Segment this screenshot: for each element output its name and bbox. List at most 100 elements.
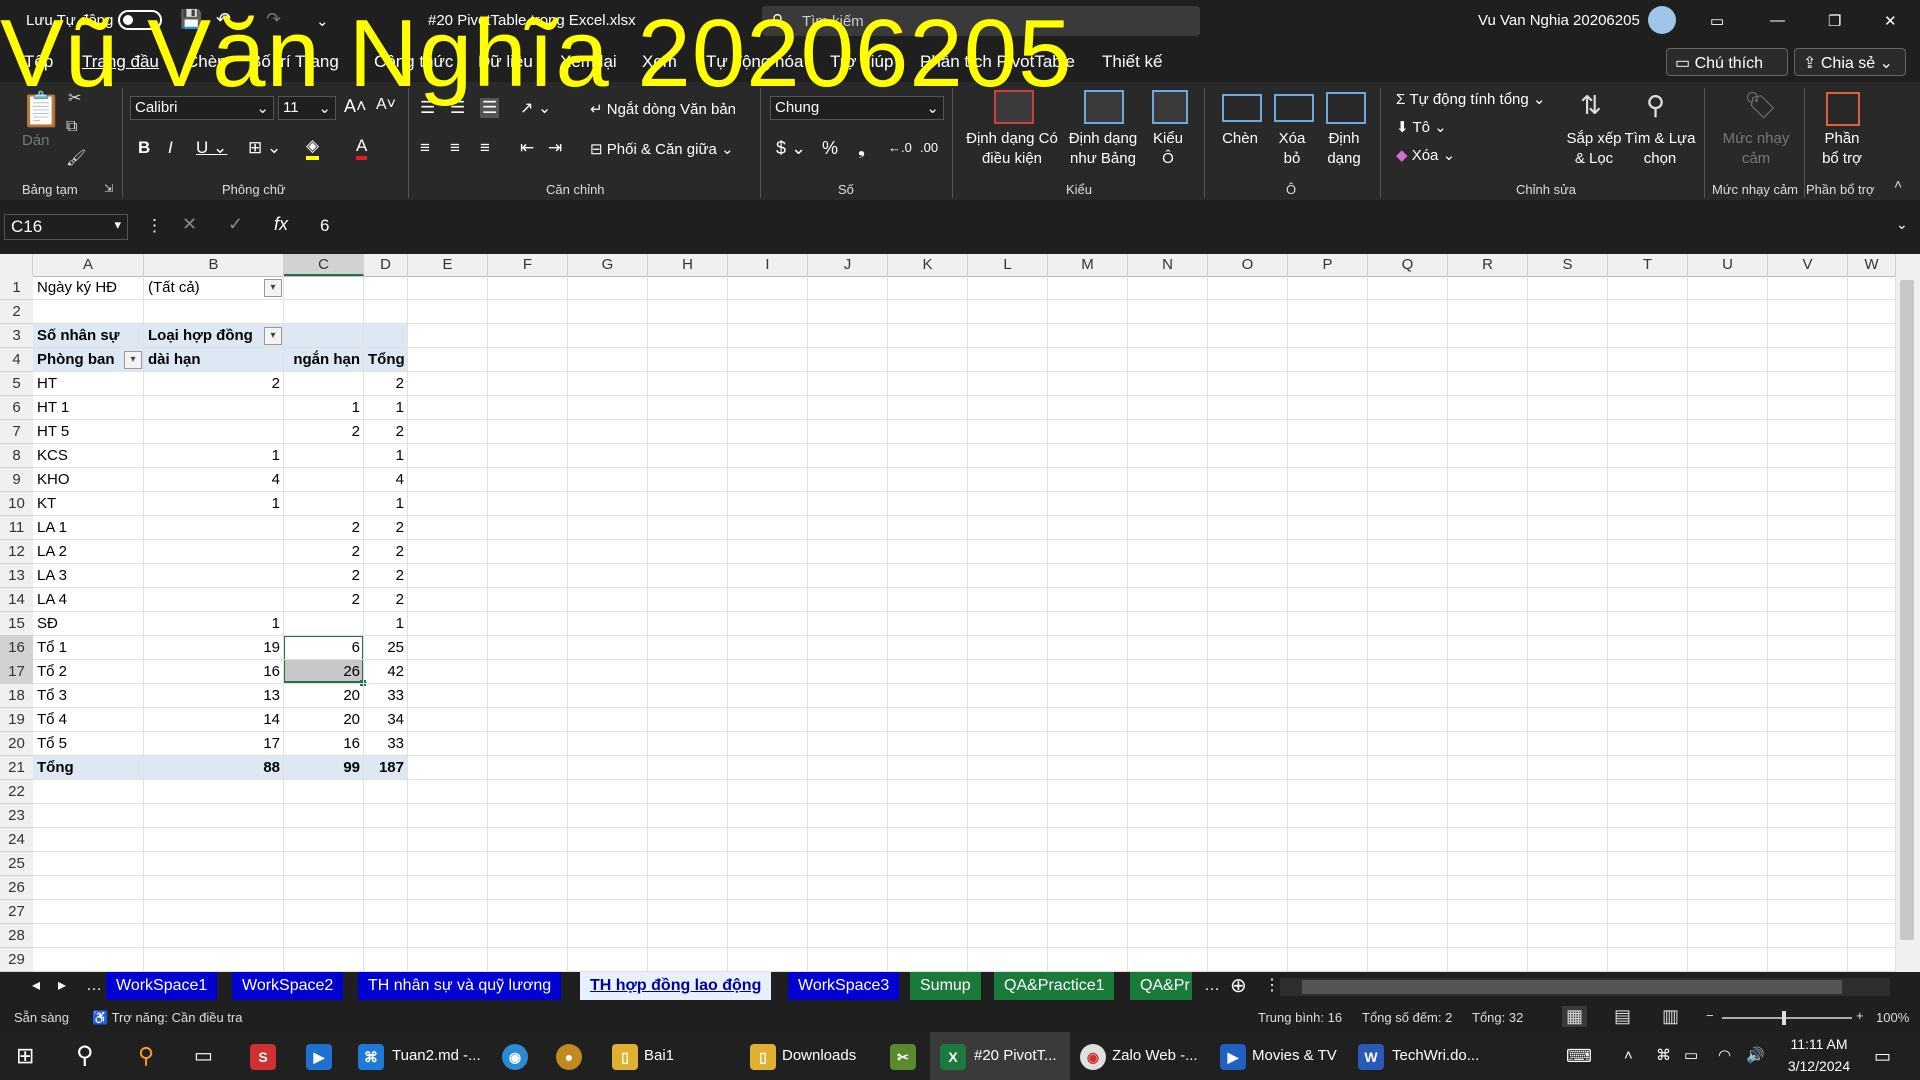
pivot-value-cell[interactable]: 4	[144, 468, 284, 492]
camera-icon[interactable]: ⌘	[1656, 1032, 1671, 1080]
pivot-column-header[interactable]: ngắn hạn	[284, 348, 364, 372]
copy-icon[interactable]: ⧉	[66, 118, 77, 136]
filter-dropdown-icon[interactable]: ▾	[264, 327, 282, 345]
add-ins-icon[interactable]	[1826, 92, 1860, 126]
pivot-total-cell[interactable]: 4	[364, 468, 408, 492]
pivot-value-cell[interactable]	[144, 420, 284, 444]
pivot-total-cell[interactable]: 25	[364, 636, 408, 660]
pivot-row-label[interactable]: KCS	[33, 444, 144, 468]
insert-cells-icon[interactable]	[1222, 94, 1262, 122]
pivot-value-cell[interactable]	[284, 372, 364, 396]
italic-icon[interactable]: I	[168, 138, 173, 158]
user-name[interactable]: Vu Van Nghia 20206205	[1478, 12, 1640, 29]
vertical-scrollbar[interactable]	[1896, 254, 1920, 972]
percent-icon[interactable]: %	[822, 138, 838, 159]
column-header[interactable]: S	[1528, 254, 1608, 276]
pivot-value-cell[interactable]: 20	[284, 684, 364, 708]
row-header[interactable]: 7	[0, 420, 33, 444]
row-header[interactable]: 23	[0, 804, 33, 828]
cell-styles-label[interactable]: Kiểu	[1146, 130, 1190, 147]
column-header[interactable]: Q	[1368, 254, 1448, 276]
row-header[interactable]: 6	[0, 396, 33, 420]
insert-cells-label[interactable]: Chèn	[1218, 130, 1262, 147]
pivot-row-label[interactable]: Tổ 2	[33, 660, 144, 684]
tab-design[interactable]: Thiết kế	[1102, 52, 1162, 72]
app-icon-tools[interactable]: ✂	[890, 1044, 916, 1070]
notifications-icon[interactable]: ▭	[1874, 1032, 1891, 1080]
format-painter-icon[interactable]: 🖌	[66, 148, 86, 168]
format-cells-label[interactable]: Định	[1322, 130, 1366, 147]
row-header[interactable]: 5	[0, 372, 33, 396]
column-header[interactable]: A	[33, 254, 144, 276]
pivot-value-cell[interactable]: 2	[284, 588, 364, 612]
magnifier-app-icon[interactable]: ⚲	[138, 1032, 154, 1080]
row-header[interactable]: 19	[0, 708, 33, 732]
taskbar-app-downloads[interactable]: Downloads	[782, 1032, 856, 1080]
scroll-left-icon[interactable]: ◂	[22, 972, 50, 1000]
column-header[interactable]: C	[284, 254, 364, 276]
folder-icon[interactable]: ▯	[750, 1044, 776, 1070]
column-header[interactable]: G	[568, 254, 648, 276]
add-ins-label[interactable]: Phần	[1810, 130, 1874, 147]
row-header[interactable]: 17	[0, 660, 33, 684]
format-as-table-icon[interactable]	[1084, 90, 1124, 124]
filter-dropdown-icon[interactable]: ▾	[124, 351, 142, 369]
sort-filter-label[interactable]: Sắp xếp	[1562, 130, 1626, 147]
page-break-view-icon[interactable]: ▥	[1662, 1006, 1679, 1027]
pivot-total-cell[interactable]: 42	[364, 660, 408, 684]
taskbar-app-bai1[interactable]: Bai1	[644, 1032, 674, 1080]
align-right-icon[interactable]: ≡	[480, 138, 490, 158]
sort-filter-icon[interactable]: ⇅	[1580, 90, 1602, 121]
pivot-value-cell[interactable]: 19	[144, 636, 284, 660]
column-header[interactable]: H	[648, 254, 728, 276]
pivot-grand-total-cell[interactable]: 187	[364, 756, 408, 780]
find-select-icon[interactable]: ⚲	[1646, 90, 1665, 121]
zoom-out-icon[interactable]: −	[1706, 1008, 1714, 1023]
pivot-column-field[interactable]: Loại hợp đồng	[144, 324, 284, 348]
pivot-total-cell[interactable]: 1	[364, 396, 408, 420]
pivot-value-cell[interactable]	[144, 396, 284, 420]
app-icon-se[interactable]: S	[250, 1044, 276, 1070]
zoom-in-icon[interactable]: +	[1856, 1008, 1864, 1023]
sheet-tab-qa-pr[interactable]: QA&Pr	[1130, 972, 1192, 1000]
pivot-row-label[interactable]: LA 1	[33, 516, 144, 540]
pivot-value-cell[interactable]: 20	[284, 708, 364, 732]
currency-icon[interactable]: $ ⌄	[776, 138, 806, 159]
sort-filter-label2[interactable]: & Lọc	[1562, 150, 1626, 167]
pivot-value-cell[interactable]: 16	[144, 660, 284, 684]
row-header[interactable]: 24	[0, 828, 33, 852]
cell-styles-label2[interactable]: Ô	[1146, 150, 1190, 167]
status-sum[interactable]: Tổng: 32	[1472, 1010, 1523, 1025]
borders-icon[interactable]: ⊞ ⌄	[248, 138, 281, 158]
sheet-tab-th-nhan-su[interactable]: TH nhân sự và quỹ lương	[358, 972, 562, 1000]
format-as-table-label2[interactable]: như Bảng	[1058, 150, 1148, 167]
conditional-format-label[interactable]: Định dạng Có	[964, 130, 1060, 147]
pivot-total-cell[interactable]: 1	[364, 444, 408, 468]
column-header[interactable]: K	[888, 254, 968, 276]
format-as-table-label[interactable]: Định dạng	[1058, 130, 1148, 147]
clock-date[interactable]: 3/12/2024	[1782, 1058, 1856, 1074]
tray-chevron-icon[interactable]: ˄	[1624, 1032, 1633, 1080]
pivot-value-cell[interactable]	[144, 516, 284, 540]
vscode-icon[interactable]: ⌘	[358, 1044, 384, 1070]
select-all-corner[interactable]	[0, 254, 33, 276]
wifi-icon[interactable]: ◠	[1718, 1032, 1731, 1080]
sheet-tab-workspace2[interactable]: WorkSpace2	[232, 972, 344, 1000]
formula-input[interactable]: 6	[320, 216, 329, 236]
row-header[interactable]: 29	[0, 948, 33, 972]
sheet-tab-sumup[interactable]: Sumup	[910, 972, 981, 1000]
status-count[interactable]: Tổng số đếm: 2	[1362, 1010, 1452, 1025]
pivot-row-label[interactable]: KT	[33, 492, 144, 516]
column-header[interactable]: J	[808, 254, 888, 276]
avatar[interactable]	[1648, 6, 1676, 34]
row-header[interactable]: 16	[0, 636, 33, 660]
pivot-total-cell[interactable]: 34	[364, 708, 408, 732]
pivot-total-cell[interactable]: 2	[364, 420, 408, 444]
decrease-decimal-icon[interactable]: .00	[920, 140, 938, 155]
column-header[interactable]: T	[1608, 254, 1688, 276]
row-header[interactable]: 1	[0, 276, 33, 300]
merge-center-button[interactable]: ⊟ Phối & Căn giữa ⌄	[590, 140, 734, 158]
name-box[interactable]: C16 ▾	[4, 214, 128, 240]
chrome-icon[interactable]: ◉	[1080, 1044, 1106, 1070]
pivot-filter-value[interactable]: (Tất cả)	[144, 276, 284, 300]
